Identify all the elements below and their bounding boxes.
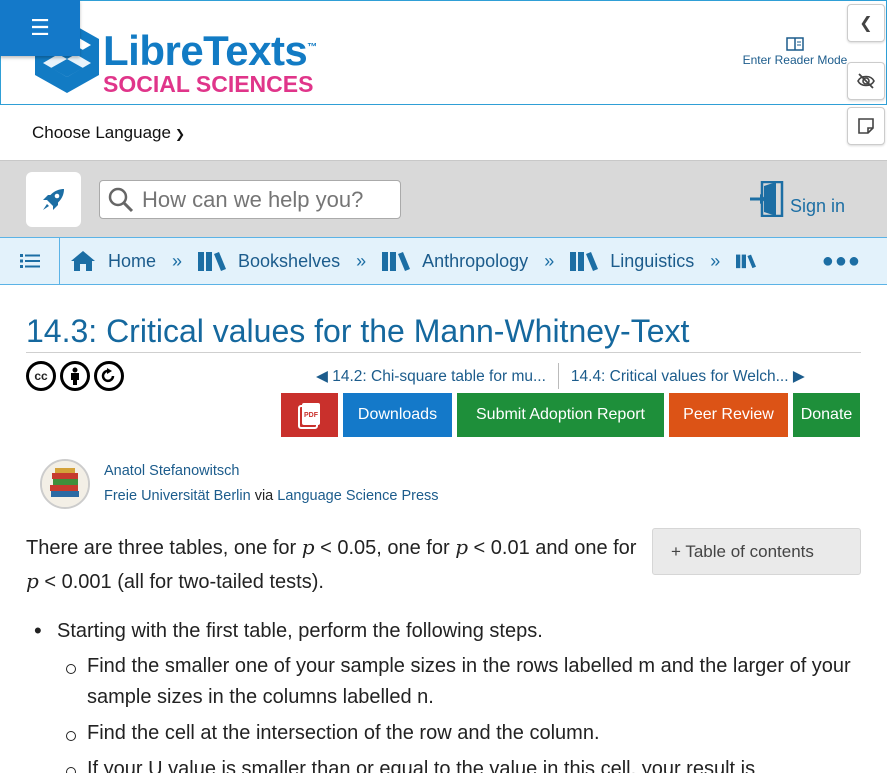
steps-list: Starting with the first table, perform t… — [26, 616, 876, 773]
intro-paragraph: There are three tables, one for p < 0.05… — [26, 535, 637, 593]
eye-off-icon — [857, 73, 875, 89]
notes-button[interactable] — [847, 107, 885, 145]
search-field[interactable] — [99, 180, 401, 219]
language-selector[interactable]: Choose Language ❯ — [32, 123, 185, 143]
action-buttons: PDF Downloads Submit Adoption Report Pee… — [281, 393, 860, 437]
breadcrumb-item-linguistics[interactable]: Linguistics — [570, 251, 694, 272]
math-p: p — [301, 535, 315, 559]
next-page-link[interactable]: 14.4: Critical values for Welch... ▶ — [571, 367, 805, 386]
list-item: Starting with the first table, perform t… — [26, 616, 876, 646]
breadcrumb-separator: » — [710, 250, 721, 271]
author-avatar — [40, 459, 90, 509]
toc-list-button[interactable] — [0, 238, 60, 284]
publisher-link[interactable]: Language Science Press — [277, 488, 438, 504]
site-header: LibreTexts™ SOCIAL SCIENCES Enter Reader… — [0, 0, 887, 105]
breadcrumb-label: Linguistics — [610, 250, 695, 271]
quick-launch-button[interactable] — [26, 172, 81, 227]
books-icon — [570, 252, 599, 271]
book-stack-icon — [42, 461, 88, 507]
breadcrumb-item-bookshelves[interactable]: Bookshelves — [198, 251, 340, 272]
author-name-link[interactable]: Anatol Stefanowitsch — [104, 459, 439, 484]
breadcrumb-item-truncated[interactable] — [736, 251, 757, 271]
nav-divider — [557, 363, 559, 389]
search-bar-band: Sign in — [0, 160, 887, 237]
downloads-button[interactable]: Downloads — [343, 393, 452, 437]
breadcrumb-separator: » — [172, 250, 183, 271]
logo-wordmark: LibreTexts™ — [103, 27, 317, 74]
math-p: p — [26, 569, 39, 593]
author-details: Anatol Stefanowitsch Freie Universität B… — [104, 459, 439, 509]
sub-list-item: If your U value is smaller than or equal… — [26, 754, 876, 773]
chevron-down-icon: ❯ — [174, 127, 186, 141]
title-divider — [26, 352, 861, 353]
language-label: Choose Language — [32, 123, 171, 142]
breadcrumb-item-anthropology[interactable]: Anthropology — [382, 251, 528, 272]
books-icon — [382, 252, 411, 271]
breadcrumb-separator: » — [356, 250, 367, 271]
svg-text:PDF: PDF — [304, 412, 319, 419]
chevron-left-icon: ❮ — [859, 15, 873, 32]
page-navigation: ◀ 14.2: Chi-square table for mu... 14.4:… — [316, 363, 805, 389]
sign-in-button[interactable]: Sign in — [750, 181, 845, 217]
previous-page-link[interactable]: ◀ 14.2: Chi-square table for mu... — [316, 367, 546, 386]
table-of-contents-button[interactable]: + Table of contents — [652, 528, 861, 575]
sign-in-icon — [750, 181, 784, 217]
cc-icon: cc — [26, 361, 56, 391]
home-icon — [71, 251, 95, 271]
sub-list-item: Find the smaller one of your sample size… — [26, 651, 876, 713]
institution-link[interactable]: Freie Universität Berlin — [104, 488, 251, 504]
reader-mode-label: Enter Reader Mode — [742, 53, 848, 67]
page-title: 14.3: Critical values for the Mann-Whitn… — [26, 313, 690, 349]
collapse-sidebar-button[interactable]: ❮ — [847, 4, 885, 42]
hide-annotations-button[interactable] — [847, 62, 885, 100]
sub-list-item: Find the cell at the intersection of the… — [26, 718, 876, 749]
donate-button[interactable]: Donate — [793, 393, 860, 437]
peer-review-button[interactable]: Peer Review — [669, 393, 788, 437]
via-text: via — [254, 488, 274, 504]
sign-in-label: Sign in — [790, 196, 846, 216]
list-icon — [19, 254, 40, 268]
search-input[interactable] — [142, 186, 392, 213]
reader-mode-toggle[interactable]: Enter Reader Mode — [740, 37, 850, 67]
search-icon — [108, 187, 134, 212]
breadcrumb-item-home[interactable]: Home — [70, 250, 156, 272]
attribution-icon — [60, 361, 90, 391]
breadcrumb-label: Home — [108, 250, 157, 271]
share-alike-icon — [94, 361, 124, 391]
breadcrumb-label: Anthropology — [422, 250, 529, 271]
book-open-icon — [786, 37, 804, 51]
math-p: p — [455, 535, 468, 559]
pdf-button[interactable]: PDF — [281, 393, 338, 437]
breadcrumb-separator: » — [544, 250, 555, 271]
logo-subtitle: SOCIAL SCIENCES — [103, 71, 314, 97]
license-badges[interactable]: cc — [26, 361, 124, 391]
rocket-icon — [42, 188, 64, 210]
breadcrumb: Home » Bookshelves » Anthropology » Ling… — [0, 237, 887, 285]
submit-adoption-report-button[interactable]: Submit Adoption Report — [457, 393, 664, 437]
sticky-note-icon — [858, 118, 874, 134]
menu-button[interactable]: ☰ — [0, 0, 80, 56]
more-options-icon[interactable]: ●●● — [822, 250, 861, 273]
author-byline: Anatol Stefanowitsch Freie Universität B… — [40, 459, 439, 509]
books-icon — [198, 252, 227, 271]
hamburger-icon: ☰ — [30, 15, 50, 40]
books-icon — [736, 254, 757, 269]
pdf-icon: PDF — [297, 403, 320, 429]
breadcrumb-label: Bookshelves — [238, 250, 341, 271]
